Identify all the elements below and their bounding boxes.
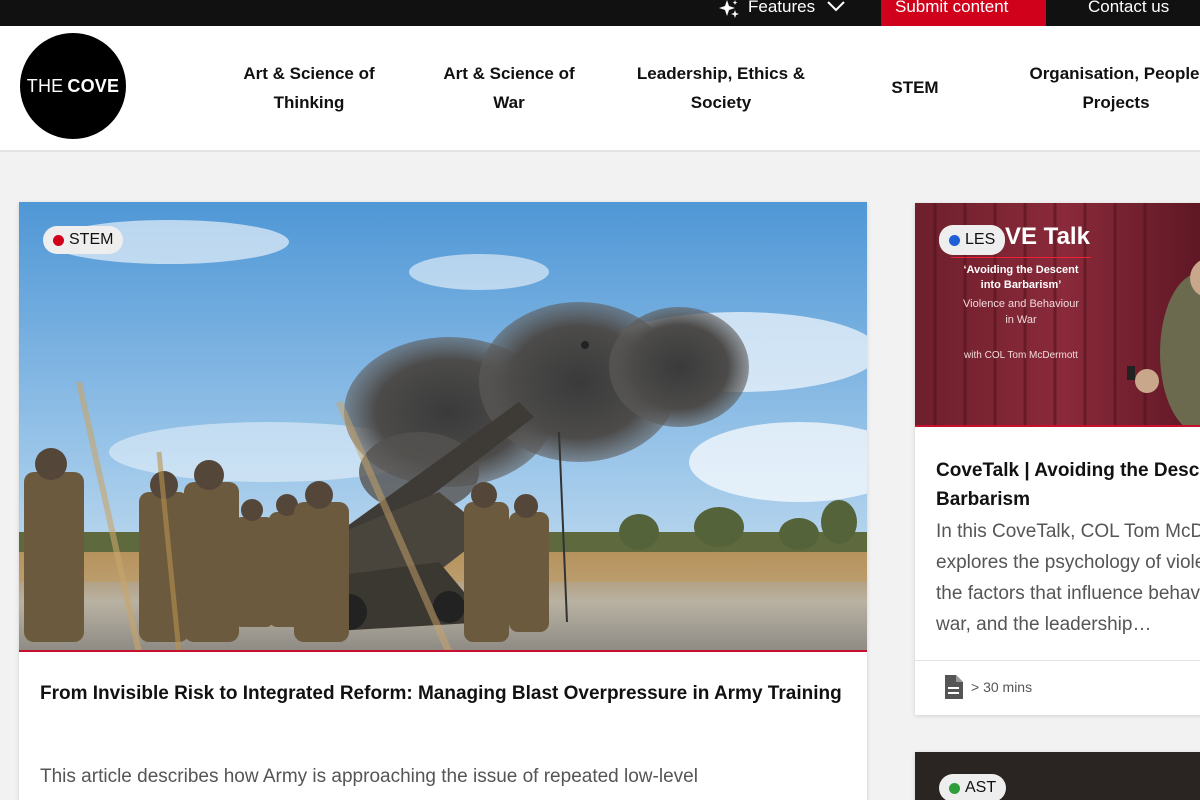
category-badge-stem[interactable]: STEM — [43, 226, 124, 254]
artillery-photo — [19, 202, 867, 650]
logo-text-cove: COVE — [67, 75, 120, 96]
nav-label-line1: Leadership, Ethics & — [636, 64, 806, 83]
category-dot — [949, 234, 960, 246]
contact-us-label: Contact us — [1088, 0, 1170, 16]
nav-label-line1: Art & Science of — [443, 64, 575, 83]
card-divider — [915, 660, 1200, 661]
featured-article-image[interactable]: STEM — [19, 202, 867, 652]
category-label: AST — [965, 779, 997, 796]
featured-article-card[interactable]: STEM From Invisible Risk to Integrated R… — [19, 202, 867, 800]
excerpt-line: explores the psychology of violence, — [936, 552, 1200, 573]
image-quote: ‘Avoiding the Descent into Barbarism’ — [935, 263, 1107, 293]
image-subtitle: Violence and Behaviour in War — [935, 296, 1107, 328]
category-label: LES — [965, 231, 996, 248]
features-label: Features — [748, 0, 816, 16]
top-utility-bar: Features Submit content Contact us — [0, 0, 1200, 26]
nav-label-line2: Projects — [1082, 93, 1150, 112]
nav-organisation-people-projects[interactable]: Organisation, People & Projects — [1010, 59, 1200, 117]
image-heading: VE Talk — [1005, 223, 1090, 250]
category-dot — [53, 234, 64, 246]
nav-label-line2: Thinking — [273, 93, 345, 112]
category-badge-ast[interactable]: AST — [939, 774, 1007, 800]
nav-label-line2: Society — [690, 93, 752, 112]
category-label: STEM — [69, 231, 114, 248]
nav-label-line2: War — [493, 93, 525, 112]
side-article-title[interactable]: CoveTalk | Avoiding the Descent into Bar… — [936, 456, 1200, 514]
sparkle-icon — [719, 0, 739, 18]
category-badge-les[interactable]: LES — [939, 225, 1006, 255]
nav-art-science-thinking[interactable]: Art & Science of Thinking — [228, 59, 390, 117]
side-title-line1: CoveTalk | Avoiding the Descent into — [936, 460, 1200, 481]
side-article-card-2[interactable]: AST — [915, 752, 1200, 800]
nav-label-line1: Organisation, People & — [1029, 64, 1200, 83]
side-article-excerpt: In this CoveTalk, COL Tom McDermott expl… — [936, 516, 1200, 640]
chevron-down-icon — [827, 1, 845, 12]
submit-content-button[interactable]: Submit content — [881, 0, 1046, 26]
site-header: THE COVE Art & Science of Thinking Art &… — [0, 26, 1200, 152]
excerpt-line: the factors that influence behaviour in — [936, 583, 1200, 604]
contact-us-link[interactable]: Contact us — [1088, 0, 1200, 26]
nav-leadership-ethics-society[interactable]: Leadership, Ethics & Society — [620, 59, 822, 117]
image-sub-line1: Violence and Behaviour — [963, 298, 1079, 310]
submit-content-label: Submit content — [895, 0, 1009, 16]
featured-article-title[interactable]: From Invisible Risk to Integrated Reform… — [40, 679, 850, 708]
side-article-card[interactable]: VE Talk ‘Avoiding the Descent into Barba… — [915, 203, 1200, 715]
image-quote-line1: ‘Avoiding the Descent — [963, 264, 1079, 276]
nav-art-science-war[interactable]: Art & Science of War — [428, 59, 590, 117]
excerpt-line: war, and the leadership… — [936, 614, 1152, 635]
image-sub-line2: in War — [1005, 314, 1037, 326]
category-dot — [949, 782, 960, 794]
document-icon — [945, 675, 963, 699]
duration-label: > 30 mins — [971, 679, 1033, 695]
image-divider — [951, 257, 1091, 258]
logo-text-the: THE — [26, 75, 64, 96]
image-quote-line2: into Barbarism’ — [980, 279, 1062, 291]
nav-stem[interactable]: STEM — [870, 73, 960, 102]
duration-meta: > 30 mins — [943, 675, 1032, 699]
site-logo[interactable]: THE COVE — [20, 33, 126, 139]
image-presenter: with COL Tom McDermott — [964, 350, 1078, 361]
nav-label-line1: Art & Science of — [243, 64, 375, 83]
nav-label-line1: STEM — [891, 78, 939, 97]
excerpt-line: In this CoveTalk, COL Tom McDermott — [936, 521, 1200, 542]
side-article-image[interactable]: VE Talk ‘Avoiding the Descent into Barba… — [915, 203, 1200, 427]
featured-article-excerpt: This article describes how Army is appro… — [40, 766, 698, 787]
features-menu[interactable]: Features — [718, 0, 858, 26]
side-title-line2: Barbarism — [936, 489, 1030, 510]
